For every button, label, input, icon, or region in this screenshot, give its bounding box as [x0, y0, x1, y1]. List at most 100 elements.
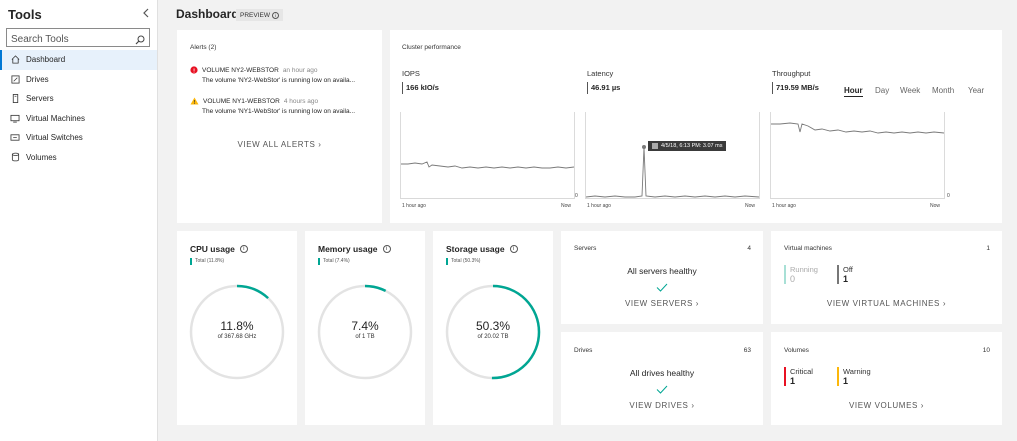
- vms-off-value: 1: [843, 274, 849, 284]
- sidebar-item-virtual-machines[interactable]: Virtual Machines: [0, 109, 157, 129]
- tab-hour[interactable]: Hour: [844, 86, 863, 97]
- storage-usage-card: Storage usage i Total (50.3%) 50.3% of 20…: [433, 231, 553, 425]
- info-icon[interactable]: i: [382, 245, 391, 253]
- tab-day[interactable]: Day: [875, 86, 889, 95]
- sidebar-item-label: Virtual Switches: [26, 133, 83, 143]
- sidebar-item-virtual-switches[interactable]: Virtual Switches: [0, 128, 157, 148]
- page-title: Dashboard: [176, 7, 239, 21]
- latency-tooltip: 4/5/18, 6:13 PM: 3.07 ms: [648, 141, 727, 151]
- tab-year[interactable]: Year: [968, 86, 984, 95]
- cpu-usage-legend: Total (11.8%): [190, 258, 224, 265]
- alert-title: VOLUME NY1-WEBSTOR: [203, 97, 280, 105]
- sidebar-title: Tools: [8, 7, 42, 22]
- checkmark-icon: [561, 381, 763, 399]
- latency-label: Latency: [587, 69, 614, 78]
- latency-series-line: [585, 146, 760, 198]
- latency-chart[interactable]: [585, 112, 760, 202]
- memory-usage-percent: 7.4%: [351, 319, 379, 333]
- virtual-machines-card: Virtual machines 1 Running 0 Off 1 VIEW …: [771, 231, 1002, 324]
- sidebar-item-label: Servers: [26, 94, 54, 104]
- memory-usage-legend: Total (7.4%): [318, 258, 350, 265]
- volumes-warning-label: Warning: [843, 367, 871, 376]
- storage-usage-capacity: of 20.02 TB: [477, 334, 509, 340]
- throughput-series-line: [771, 122, 945, 134]
- throughput-label: Throughput: [772, 69, 811, 78]
- sidebar-item-volumes[interactable]: Volumes: [0, 148, 157, 168]
- sidebar-item-dashboard[interactable]: Dashboard: [0, 50, 157, 70]
- cpu-usage-title: CPU usage i: [190, 244, 248, 254]
- volumes-critical-label: Critical: [790, 367, 813, 376]
- tab-month[interactable]: Month: [932, 86, 954, 95]
- storage-usage-legend: Total (50.3%): [446, 258, 480, 265]
- iops-value: 166 kIO/s: [402, 82, 439, 94]
- vms-title: Virtual machines: [784, 245, 832, 252]
- memory-usage-capacity: of 1 TB: [355, 334, 375, 340]
- search-icon[interactable]: [135, 32, 145, 50]
- drives-card: Drives 63 All drives healthy VIEW DRIVES…: [561, 332, 763, 425]
- volumes-title: Volumes: [784, 347, 809, 354]
- alert-time: 4 hours ago: [283, 97, 319, 105]
- iops-x-end: Now: [561, 203, 572, 209]
- view-servers-link[interactable]: VIEW SERVERS ›: [561, 299, 763, 308]
- drives-title: Drives: [574, 347, 593, 354]
- chevron-right-icon: ›: [942, 299, 947, 308]
- sidebar-item-drives[interactable]: Drives: [0, 70, 157, 90]
- servers-title: Servers: [574, 245, 597, 252]
- volume-icon: [10, 152, 20, 162]
- error-icon: !: [190, 66, 198, 74]
- view-drives-link[interactable]: VIEW DRIVES ›: [561, 401, 763, 410]
- info-icon[interactable]: i: [271, 11, 279, 19]
- chevron-right-icon: ›: [920, 401, 925, 410]
- latency-x-start: 1 hour ago: [587, 203, 611, 209]
- sidebar-item-label: Dashboard: [26, 55, 66, 65]
- vms-running-label: Running: [790, 265, 818, 274]
- latency-x-end: Now: [745, 203, 756, 209]
- storage-usage-percent: 50.3%: [475, 319, 511, 333]
- view-volumes-label: VIEW VOLUMES: [848, 401, 918, 410]
- volumes-count: 10: [982, 347, 990, 354]
- preview-badge: PREVIEW i: [236, 9, 283, 21]
- alert-description: The volume 'NY2-WebStor' is running low …: [202, 77, 356, 84]
- vms-off-label: Off: [843, 265, 853, 274]
- home-icon: [10, 55, 20, 65]
- chevron-right-icon: ›: [691, 401, 695, 410]
- latency-peak-marker: [642, 145, 646, 149]
- svg-text:!: !: [193, 68, 195, 74]
- latency-value: 46.91 µs: [587, 82, 620, 94]
- info-icon[interactable]: i: [509, 245, 518, 253]
- alert-item[interactable]: ! VOLUME NY2-WEBSTOR an hour ago The volu…: [190, 66, 355, 84]
- view-virtual-machines-label: VIEW VIRTUAL MACHINES: [826, 299, 940, 308]
- alert-item[interactable]: ! VOLUME NY1-WEBSTOR 4 hours ago The volu…: [190, 97, 355, 115]
- memory-usage-title: Memory usage i: [318, 244, 391, 254]
- throughput-x-end: Now: [930, 203, 941, 209]
- checkmark-icon: [561, 279, 763, 297]
- warning-icon: !: [190, 97, 199, 105]
- search-input[interactable]: [7, 31, 127, 48]
- alert-title: VOLUME NY2-WEBSTOR: [202, 66, 279, 74]
- alert-time: an hour ago: [282, 66, 318, 74]
- view-volumes-link[interactable]: VIEW VOLUMES ›: [771, 401, 1002, 410]
- cluster-performance-card: Cluster performance Hour Day Week Month …: [390, 30, 1002, 223]
- alerts-title: Alerts (2): [190, 44, 217, 51]
- iops-chart[interactable]: [400, 112, 575, 202]
- view-virtual-machines-link[interactable]: VIEW VIRTUAL MACHINES ›: [771, 299, 1002, 308]
- collapse-chevron-icon[interactable]: [142, 6, 150, 21]
- info-icon[interactable]: i: [239, 245, 248, 253]
- series-swatch-icon: [652, 143, 658, 149]
- sidebar-item-servers[interactable]: Servers: [0, 89, 157, 109]
- volumes-critical-status: Critical 1: [784, 367, 813, 386]
- view-all-alerts-label: VIEW ALL ALERTS: [237, 140, 316, 149]
- volumes-warning-value: 1: [843, 376, 849, 386]
- throughput-value: 719.59 MB/s: [772, 82, 819, 94]
- drives-status: All drives healthy: [629, 368, 695, 378]
- view-servers-label: VIEW SERVERS: [624, 299, 693, 308]
- iops-x-start: 1 hour ago: [402, 203, 426, 209]
- tab-week[interactable]: Week: [900, 86, 920, 95]
- tooltip-text: 4/5/18, 6:13 PM: 3.07 ms: [661, 143, 723, 149]
- view-all-alerts-link[interactable]: VIEW ALL ALERTS ›: [177, 140, 382, 149]
- chevron-right-icon: ›: [695, 299, 700, 308]
- switch-icon: [10, 133, 20, 143]
- storage-usage-title: Storage usage i: [446, 244, 518, 254]
- iops-series-line: [401, 161, 575, 169]
- throughput-chart[interactable]: [770, 112, 945, 202]
